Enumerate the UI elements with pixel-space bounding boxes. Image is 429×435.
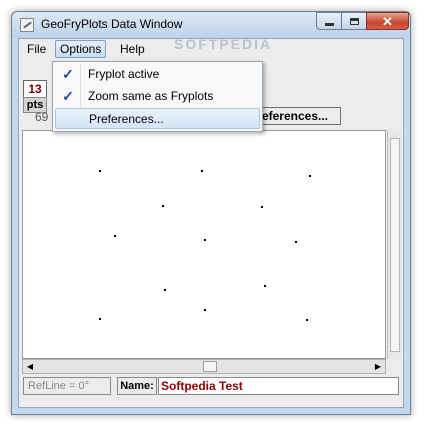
minimize-button[interactable]	[316, 12, 342, 30]
checkmark-icon: ✓	[62, 88, 74, 104]
plot-point	[264, 285, 266, 287]
menu-item-label: Preferences...	[89, 112, 164, 126]
status-bar: RefLine = 0° Name: Softpedia Test	[22, 377, 400, 397]
close-button[interactable]: ✕	[366, 12, 409, 30]
plot-point	[99, 318, 101, 320]
plot-point	[164, 289, 166, 291]
refline-field: RefLine = 0°	[23, 377, 111, 395]
options-dropdown: ✓ Fryplot active ✓ Zoom same as Fryplots…	[52, 61, 263, 132]
name-label: Name:	[117, 377, 157, 395]
maximize-icon	[349, 17, 359, 25]
vertical-scroll-thumb[interactable]	[390, 138, 400, 352]
menu-item-label: Fryplot active	[88, 67, 160, 81]
vertical-scrollbar[interactable]	[387, 130, 402, 359]
partial-number: 69	[35, 110, 49, 124]
menu-help[interactable]: Help	[116, 41, 149, 57]
plot-point	[204, 309, 206, 311]
watermark-logo: SOFTPEDIA	[174, 36, 273, 52]
plot-point	[204, 239, 206, 241]
plot-point	[114, 235, 116, 237]
title-bar[interactable]: GeoFryPlots Data Window ✕	[12, 12, 410, 38]
app-icon[interactable]	[20, 18, 34, 32]
scroll-left-arrow-icon[interactable]: ◀	[24, 361, 36, 372]
checkmark-icon: ✓	[62, 66, 74, 82]
name-field[interactable]: Softpedia Test	[158, 377, 399, 395]
minimize-icon	[324, 22, 334, 26]
menu-item-label: Zoom same as Fryplots	[88, 89, 214, 103]
plot-point	[201, 170, 203, 172]
point-count-field[interactable]: 13	[23, 80, 47, 98]
plot-point	[99, 170, 101, 172]
window-title: GeoFryPlots Data Window	[41, 17, 183, 31]
close-icon: ✕	[382, 13, 393, 29]
horizontal-scrollbar[interactable]: ◀ ▶	[22, 359, 386, 374]
plot-point	[162, 205, 164, 207]
plot-point	[309, 175, 311, 177]
plot-point	[295, 241, 297, 243]
menu-item-fryplot-active[interactable]: ✓ Fryplot active	[55, 64, 260, 85]
horizontal-scroll-thumb[interactable]	[203, 361, 217, 372]
menu-item-preferences[interactable]: Preferences...	[55, 108, 260, 129]
scroll-right-arrow-icon[interactable]: ▶	[372, 361, 384, 372]
plot-area[interactable]	[22, 130, 386, 359]
menu-item-zoom-same[interactable]: ✓ Zoom same as Fryplots	[55, 86, 260, 107]
plot-point	[261, 206, 263, 208]
menu-options[interactable]: Options	[55, 40, 107, 58]
plot-point	[306, 319, 308, 321]
maximize-button[interactable]	[341, 12, 367, 30]
menu-file[interactable]: File	[23, 41, 50, 57]
